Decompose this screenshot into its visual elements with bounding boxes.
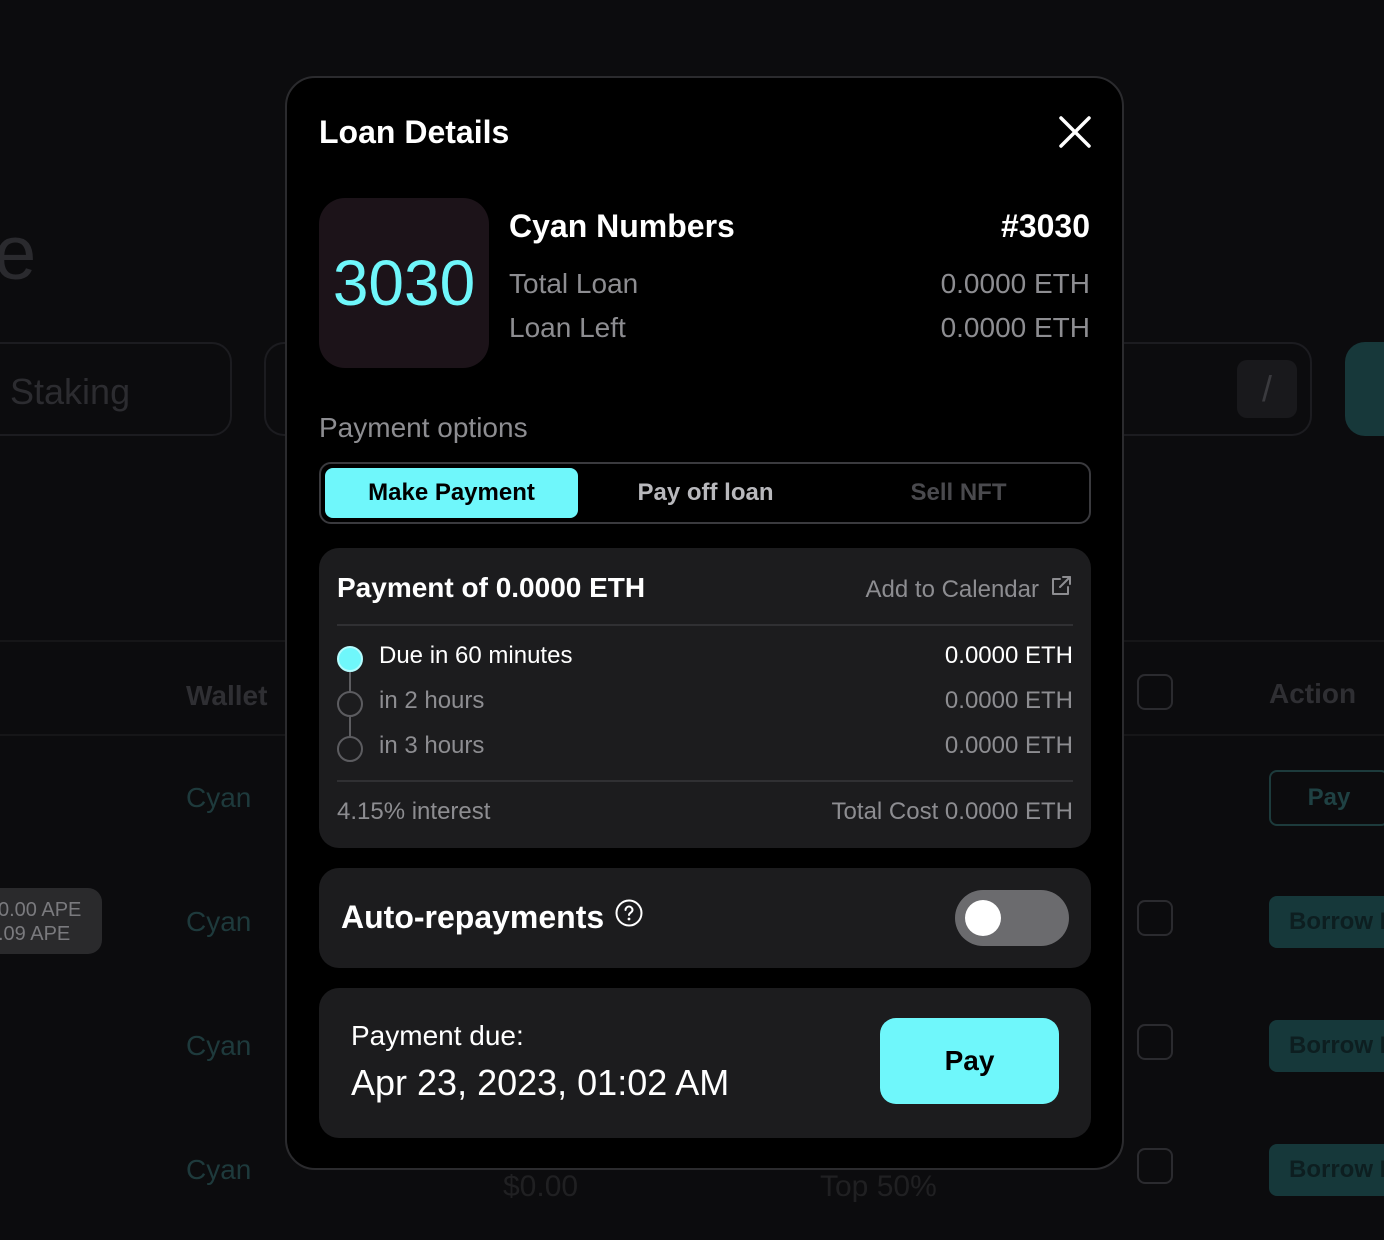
- add-to-calendar-link[interactable]: Add to Calendar: [866, 574, 1073, 605]
- close-icon[interactable]: [1057, 114, 1093, 150]
- auto-repayments-label: Auto-repayments: [341, 898, 605, 935]
- auto-repayments-toggle[interactable]: [955, 890, 1069, 946]
- payment-card: Payment of 0.0000 ETH Add to Calendar Du…: [319, 548, 1091, 848]
- search-shortcut-key: /: [1237, 360, 1297, 418]
- schedule-dot: [337, 691, 363, 717]
- schedule-amount: 0.0000 ETH: [944, 732, 1073, 759]
- collection-name: Cyan Numbers: [509, 208, 735, 244]
- page-heading-partial: e: [0, 211, 37, 296]
- token-id: #3030: [1001, 208, 1090, 244]
- loan-left-label: Loan Left: [509, 312, 626, 343]
- total-cost: Total Cost 0.0000 ETH: [831, 798, 1073, 825]
- select-all-checkbox[interactable]: [1137, 674, 1173, 710]
- nft-thumbnail: 3030: [319, 198, 489, 368]
- interest-rate: 4.15% interest: [337, 798, 491, 825]
- tab-pay-off-loan[interactable]: Pay off loan: [579, 468, 832, 518]
- wallet-cell: Cyan: [186, 782, 252, 813]
- tab-sell-nft[interactable]: Sell NFT: [832, 468, 1085, 518]
- column-header-action: Action: [1269, 678, 1357, 709]
- payment-due-card: Payment due: Apr 23, 2023, 01:02 AM Pay: [319, 988, 1091, 1138]
- add-to-calendar-label: Add to Calendar: [865, 575, 1039, 603]
- loan-left-value: 0.0000 ETH: [940, 312, 1090, 343]
- schedule-row: in 3 hours 0.0000 ETH: [337, 730, 1073, 770]
- wallet-cell: Cyan: [186, 906, 252, 937]
- external-link-icon: [1049, 574, 1073, 605]
- toggle-knob: [965, 900, 1001, 936]
- vault-staking-tab[interactable]: ult Staking: [0, 342, 232, 436]
- schedule-dot: [337, 736, 363, 762]
- wallet-cell: Cyan: [186, 1154, 252, 1185]
- schedule-label: in 2 hours: [379, 687, 485, 714]
- row-rank: Top 50%: [820, 1170, 937, 1203]
- payment-card-divider: [337, 780, 1073, 782]
- total-loan-value: 0.0000 ETH: [940, 268, 1090, 299]
- schedule-label: in 3 hours: [379, 732, 485, 759]
- total-loan-label: Total Loan: [509, 268, 639, 299]
- payment-options-label: Payment options: [319, 412, 528, 443]
- payment-due-label: Payment due:: [351, 1020, 524, 1051]
- row-price: $0.00: [503, 1170, 579, 1203]
- payment-amount-title: Payment of 0.0000 ETH: [337, 572, 646, 603]
- row-borrow-button[interactable]: Borrow I: [1269, 1144, 1384, 1196]
- row-borrow-button[interactable]: Borrow I: [1269, 1020, 1384, 1072]
- ape-balance-badge: 0.00 APE .09 APE: [0, 888, 102, 954]
- ape-balance-line: .09 APE: [0, 923, 71, 945]
- loan-details-modal: Loan Details 3030 Cyan Numbers #3030 Tot…: [285, 76, 1124, 1170]
- column-header-wallet: Wallet: [186, 680, 268, 711]
- row-checkbox[interactable]: [1137, 1148, 1173, 1184]
- payment-options-tabs: Make Payment Pay off loan Sell NFT: [319, 462, 1091, 524]
- background-action-button[interactable]: [1345, 342, 1384, 436]
- tab-make-payment[interactable]: Make Payment: [325, 468, 578, 518]
- row-borrow-button[interactable]: Borrow I: [1269, 896, 1384, 948]
- row-pay-button[interactable]: Pay: [1269, 770, 1384, 826]
- schedule-row: Due in 60 minutes 0.0000 ETH: [337, 640, 1073, 680]
- schedule-amount: 0.0000 ETH: [944, 687, 1073, 714]
- wallet-cell: Cyan: [186, 1030, 252, 1061]
- ape-balance-line: 0.00 APE: [0, 899, 82, 921]
- schedule-label: Due in 60 minutes: [379, 642, 573, 669]
- payment-due-date: Apr 23, 2023, 01:02 AM: [351, 1062, 730, 1103]
- help-icon[interactable]: [614, 898, 644, 936]
- schedule-amount: 0.0000 ETH: [944, 642, 1073, 669]
- row-checkbox[interactable]: [1137, 1024, 1173, 1060]
- modal-title: Loan Details: [319, 114, 510, 150]
- pay-button[interactable]: Pay: [880, 1018, 1059, 1104]
- auto-repayments-label-group: Auto-repayments: [341, 898, 644, 936]
- row-checkbox[interactable]: [1137, 900, 1173, 936]
- vault-staking-label: ult Staking: [0, 371, 131, 412]
- schedule-dot-active: [337, 646, 363, 672]
- payment-card-divider: [337, 624, 1073, 626]
- schedule-row: in 2 hours 0.0000 ETH: [337, 685, 1073, 725]
- auto-repayments-card: Auto-repayments: [319, 868, 1091, 968]
